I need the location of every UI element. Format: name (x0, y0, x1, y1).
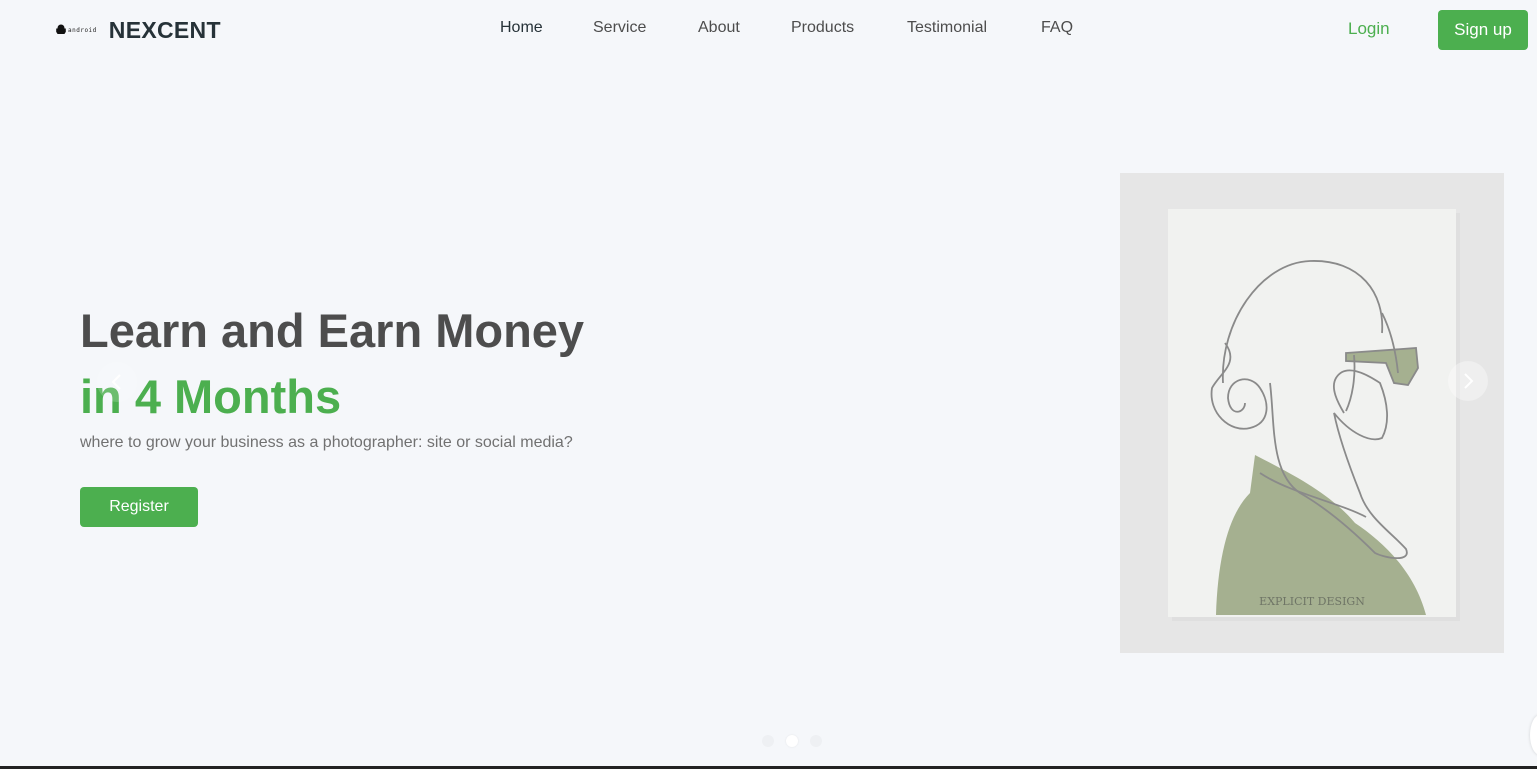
carousel-prev-button[interactable] (97, 362, 137, 402)
chevron-left-icon (111, 374, 121, 390)
login-link[interactable]: Login (1348, 19, 1390, 39)
nav-link-about[interactable]: About (698, 19, 740, 37)
register-button[interactable]: Register (80, 487, 198, 527)
nav-link-testimonial[interactable]: Testimonial (907, 19, 987, 37)
poster-caption: EXPLICIT DESIGN (1259, 595, 1365, 608)
brand-name: NEXCENT (108, 16, 221, 43)
signup-button[interactable]: Sign up (1438, 10, 1528, 50)
floating-widget-edge[interactable] (1530, 715, 1537, 755)
nav-link-products[interactable]: Products (791, 19, 854, 37)
android-logo-mark: android (56, 24, 97, 36)
nav-link-faq[interactable]: FAQ (1041, 19, 1073, 37)
navbar: android NEXCENT Home Service About Produ… (0, 0, 1537, 60)
poster-illustration: EXPLICIT DESIGN (1120, 173, 1504, 653)
carousel-dot-active[interactable] (786, 735, 798, 747)
hero-subtitle: where to grow your business as a photogr… (80, 434, 573, 451)
logo[interactable]: android NEXCENT (56, 14, 221, 46)
hero-image: EXPLICIT DESIGN (1120, 173, 1504, 653)
hero-title: Learn and Earn Money (80, 304, 585, 357)
nav-link-home[interactable]: Home (500, 19, 543, 37)
carousel-next-button[interactable] (1448, 361, 1488, 401)
nav-link-service[interactable]: Service (593, 19, 646, 37)
svg-text:EXPLICIT DESIGN: EXPLICIT DESIGN (1259, 595, 1365, 608)
carousel-dot[interactable] (810, 735, 822, 747)
chevron-right-icon (1464, 373, 1474, 389)
carousel-dot[interactable] (762, 735, 774, 747)
android-icon (56, 24, 66, 34)
logo-mark-text: android (68, 26, 97, 34)
